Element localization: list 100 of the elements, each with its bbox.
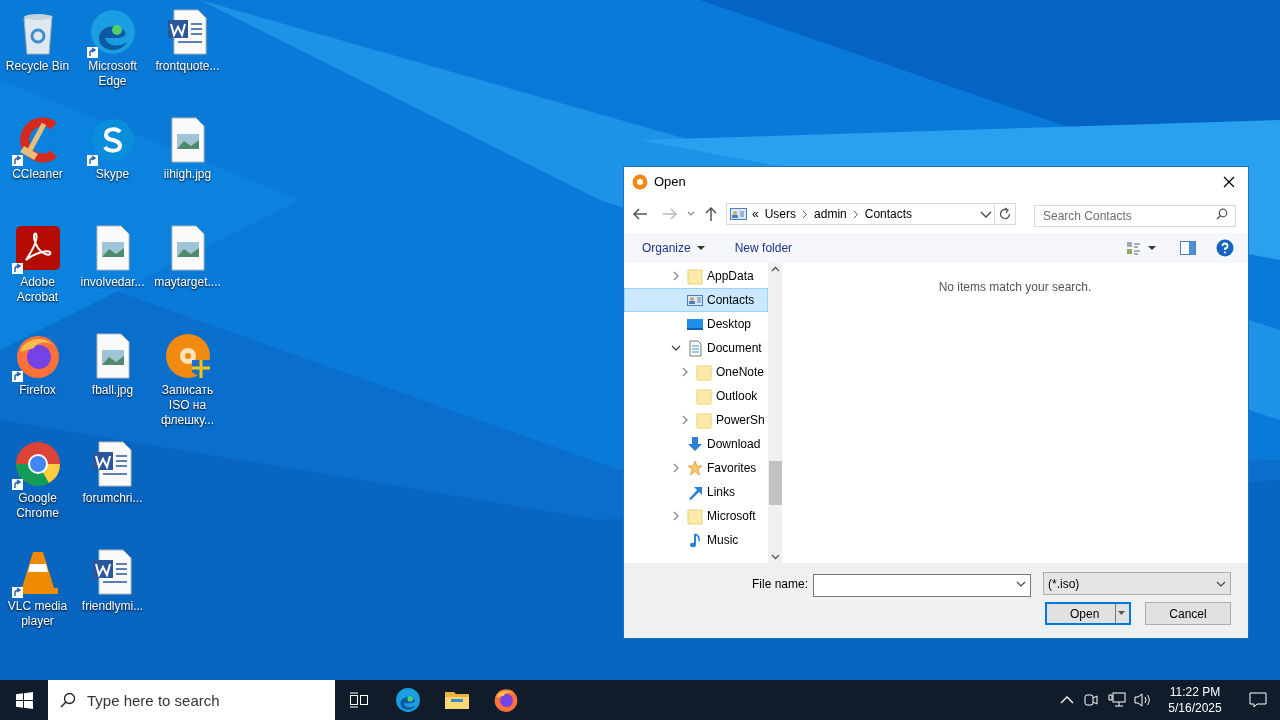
- split-caret-icon: [1115, 604, 1127, 623]
- file-type-dropdown[interactable]: (*.iso): [1043, 572, 1231, 595]
- help-icon[interactable]: [1216, 239, 1234, 257]
- folder-icon: [696, 411, 712, 429]
- chevron-down-icon: [1216, 579, 1226, 588]
- chevron-right-icon[interactable]: [681, 367, 689, 377]
- file-name-field[interactable]: [813, 573, 1031, 597]
- new-folder-button[interactable]: New folder: [734, 239, 793, 257]
- firefox-icon: [493, 687, 519, 713]
- folder-icon: [687, 267, 703, 285]
- icon-label: CCleaner: [11, 167, 64, 182]
- search-icon: [60, 692, 76, 708]
- desktop-icon[interactable]: Записать ISO на флешку...: [150, 330, 225, 438]
- folder-icon: [445, 690, 469, 710]
- back-arrow-icon[interactable]: [632, 207, 648, 221]
- chevron-right-icon: [802, 209, 809, 219]
- tree-item[interactable]: Microsoft: [624, 504, 768, 528]
- desktop-icon[interactable]: Google Chrome: [0, 438, 75, 546]
- taskbar-search-field[interactable]: Type here to search: [48, 680, 335, 720]
- volume-icon[interactable]: [1134, 692, 1152, 708]
- desktop-icon[interactable]: Adobe Acrobat: [0, 222, 75, 330]
- desktop-icon[interactable]: maytarget....: [150, 222, 225, 330]
- icon-label: Записать ISO на флешку...: [159, 383, 216, 428]
- tree-item[interactable]: Desktop: [624, 312, 768, 336]
- cancel-button[interactable]: Cancel: [1145, 602, 1231, 625]
- icon-label: Skype: [94, 167, 131, 182]
- desktop-icon[interactable]: Recycle Bin: [0, 6, 75, 114]
- desktop-icon[interactable]: VLC media player: [0, 546, 75, 654]
- chevron-up-icon[interactable]: [1060, 695, 1074, 705]
- scroll-down-icon[interactable]: [770, 554, 780, 560]
- desktop-icon[interactable]: Firefox: [0, 330, 75, 438]
- tree-item[interactable]: Music: [624, 528, 768, 552]
- tree-item[interactable]: Contacts: [624, 288, 768, 312]
- desktop-icon[interactable]: Skype: [75, 114, 150, 222]
- breadcrumb-item[interactable]: admin: [814, 205, 847, 223]
- icon-label: iihigh.jpg: [162, 167, 213, 182]
- desktop-icon[interactable]: CCleaner: [0, 114, 75, 222]
- refresh-icon[interactable]: [998, 207, 1012, 221]
- tree-item[interactable]: Download: [624, 432, 768, 456]
- tree-item[interactable]: Document: [624, 336, 768, 360]
- desktop-icon[interactable]: frontquote...: [150, 6, 225, 114]
- organize-menu[interactable]: Organize: [642, 239, 705, 257]
- folder-icon: [687, 507, 703, 525]
- tree-item[interactable]: Favorites: [624, 456, 768, 480]
- tree-item[interactable]: AppData: [624, 264, 768, 288]
- scroll-up-icon[interactable]: [770, 266, 780, 272]
- icon-label: Firefox: [18, 383, 57, 398]
- icon-label: Google Chrome: [15, 491, 60, 521]
- scrollbar[interactable]: [768, 263, 782, 563]
- address-bar[interactable]: « Users admin Contacts: [726, 203, 1016, 225]
- icon-label: maytarget....: [153, 275, 222, 290]
- icon-label: friendlymi...: [80, 599, 145, 614]
- search-icon: [1216, 208, 1228, 220]
- desktop-icon[interactable]: forumchri...: [75, 438, 150, 546]
- disc-icon: [163, 332, 212, 380]
- chevron-down-icon[interactable]: [671, 344, 681, 352]
- folder-icon: [696, 363, 712, 381]
- disc-icon: [632, 174, 648, 190]
- chevron-right-icon[interactable]: [672, 271, 680, 281]
- desktop-icon[interactable]: fball.jpg: [75, 330, 150, 438]
- tree-item[interactable]: PowerSh: [624, 408, 768, 432]
- chevron-right-icon[interactable]: [672, 463, 680, 473]
- scrollbar-thumb[interactable]: [769, 461, 782, 505]
- icon-label: forumchri...: [81, 491, 144, 506]
- preview-pane-icon[interactable]: [1180, 241, 1196, 255]
- up-arrow-icon[interactable]: [704, 206, 718, 222]
- tree-item[interactable]: Outlook: [624, 384, 768, 408]
- icon-label: involvedar...: [79, 275, 146, 290]
- star-icon: [687, 459, 703, 477]
- contact-card-icon: [730, 208, 747, 220]
- empty-message: No items match your search.: [938, 279, 1092, 296]
- notification-icon: [1249, 691, 1267, 709]
- icon-label: frontquote...: [154, 59, 221, 74]
- desktop-icon[interactable]: involvedar...: [75, 222, 150, 330]
- icon-label: Recycle Bin: [4, 59, 71, 74]
- document-icon: [687, 339, 703, 357]
- window-title: Open: [654, 173, 686, 192]
- camera-icon[interactable]: [1084, 692, 1098, 708]
- network-icon[interactable]: [1108, 692, 1126, 708]
- icon-label: fball.jpg: [90, 383, 135, 398]
- task-view-icon: [350, 692, 368, 708]
- icon-label: Adobe Acrobat: [15, 275, 60, 305]
- open-button[interactable]: Open: [1045, 602, 1131, 625]
- edge-icon: [88, 8, 137, 56]
- desktop-icon[interactable]: Microsoft Edge: [75, 6, 150, 114]
- chevron-right-icon[interactable]: [681, 415, 689, 425]
- desktop-icon[interactable]: friendlymi...: [75, 546, 150, 654]
- clock[interactable]: 11:22 PM 5/16/2025: [1164, 684, 1226, 716]
- file-name-label: File name:: [751, 575, 808, 593]
- breadcrumb-item[interactable]: «: [752, 205, 759, 223]
- edge-icon: [395, 687, 421, 713]
- tree-item[interactable]: OneNote: [624, 360, 768, 384]
- chevron-right-icon[interactable]: [672, 511, 680, 521]
- breadcrumb-item[interactable]: Contacts: [864, 205, 913, 223]
- search-field[interactable]: Search Contacts: [1034, 205, 1236, 227]
- desktop-icon[interactable]: iihigh.jpg: [150, 114, 225, 222]
- chevron-down-icon[interactable]: [1016, 580, 1026, 588]
- tree-item[interactable]: Links: [624, 480, 768, 504]
- pdf-icon: [13, 224, 62, 272]
- breadcrumb-item[interactable]: Users: [764, 205, 797, 223]
